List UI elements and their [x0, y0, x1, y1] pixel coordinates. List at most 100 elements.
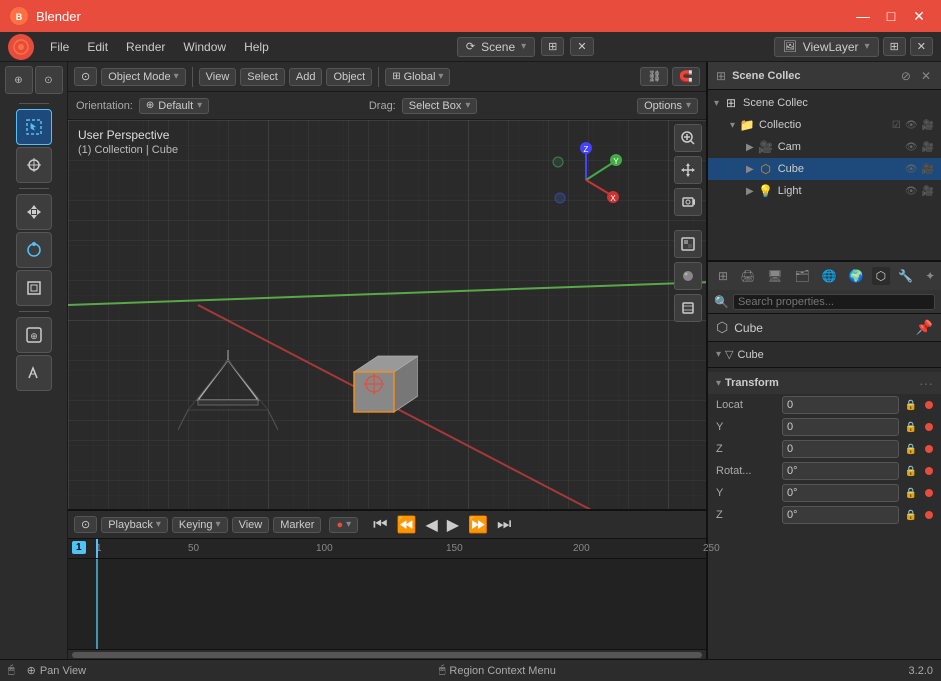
viewlayer-selector[interactable]: 🖼 ViewLayer ▾ — [774, 37, 879, 57]
keying-menu[interactable]: Keying ▾ — [172, 517, 228, 533]
viewport-canvas[interactable]: User Perspective (1) Collection | Cube — [68, 120, 706, 509]
shading-solid-btn[interactable] — [674, 262, 702, 290]
object-mode-selector[interactable]: Object Mode ▾ — [101, 68, 185, 86]
collection-eye[interactable]: 👁 — [904, 120, 919, 131]
close-button[interactable]: ✕ — [907, 4, 931, 28]
light-eye[interactable]: 👁 — [904, 186, 919, 197]
rotation-z-lock[interactable]: 🔒 — [905, 510, 917, 521]
location-x-dot[interactable] — [925, 401, 933, 409]
rotation-x-dot[interactable] — [925, 467, 933, 475]
outliner-item-scene-collection[interactable]: ▾ ⊞ Scene Collec — [708, 92, 941, 114]
cube-camera[interactable]: 🎥 — [921, 164, 935, 175]
location-y-value[interactable]: 0 — [782, 418, 899, 436]
tool-cursor[interactable] — [16, 147, 52, 183]
jump-start-btn[interactable]: ⏮ — [370, 516, 390, 534]
outliner-arrow-camera[interactable]: ▶ — [746, 142, 754, 153]
toolbar-cursor[interactable]: ⊙ — [35, 66, 63, 94]
rotation-x-lock[interactable]: 🔒 — [905, 466, 917, 477]
timeline-scrollbar[interactable] — [68, 649, 706, 659]
rotation-x-value[interactable]: 0° — [782, 462, 899, 480]
menu-edit[interactable]: Edit — [79, 37, 116, 57]
outliner-arrow-light[interactable]: ▶ — [746, 186, 754, 197]
outliner-item-cube[interactable]: ▶ ⬡ Cube 👁 🎥 — [708, 158, 941, 180]
transform-dots[interactable]: ··· — [919, 375, 933, 391]
minimize-button[interactable]: — — [851, 4, 875, 28]
location-x-value[interactable]: 0 — [782, 396, 899, 414]
prev-keyframe-btn[interactable]: ◀ — [422, 515, 440, 535]
cam-camera[interactable]: 🎥 — [921, 142, 935, 153]
outliner-item-light[interactable]: ▶ 💡 Light 👁 🎥 — [708, 180, 941, 202]
playback-menu[interactable]: Playback ▾ — [101, 517, 168, 533]
next-keyframe-btn[interactable]: ⏩ — [465, 515, 491, 535]
props-tab-world[interactable]: 🌍 — [845, 267, 868, 285]
tool-annotate[interactable] — [16, 355, 52, 391]
tool-scale[interactable] — [16, 270, 52, 306]
viewlayer-tab-btn[interactable]: ⊞ — [883, 37, 906, 56]
viewport-mode-toggle[interactable]: ⊙ — [74, 67, 97, 86]
collection-camera[interactable]: 🎥 — [921, 120, 935, 131]
viewport-snap-btn[interactable]: 🧲 — [672, 67, 700, 86]
menu-file[interactable]: File — [42, 37, 77, 57]
scene-tab-btn[interactable]: ⊞ — [541, 37, 564, 56]
rotation-y-lock[interactable]: 🔒 — [905, 488, 917, 499]
collection-check[interactable]: ☑ — [891, 120, 902, 131]
props-tab-output[interactable]: 🖥 — [763, 267, 786, 285]
jump-end-btn[interactable]: ⏭ — [494, 516, 514, 534]
rotation-z-dot[interactable] — [925, 511, 933, 519]
camera-btn[interactable] — [674, 188, 702, 216]
options-selector[interactable]: Options ▾ — [637, 98, 698, 114]
scene-close-btn[interactable]: ✕ — [570, 37, 593, 56]
outliner-arrow-scene[interactable]: ▾ — [714, 98, 719, 109]
rotation-y-value[interactable]: 0° — [782, 484, 899, 502]
viewport-object-menu[interactable]: Object — [326, 68, 372, 86]
light-camera[interactable]: 🎥 — [921, 186, 935, 197]
props-tab-particles[interactable]: ✦ — [921, 267, 939, 285]
outliner-item-camera[interactable]: ▶ 🎥 Cam 👁 🎥 — [708, 136, 941, 158]
location-z-lock[interactable]: 🔒 — [905, 444, 917, 455]
keyframe-selector[interactable]: ● ▾ — [329, 517, 358, 533]
tool-move[interactable] — [16, 194, 52, 230]
cam-eye[interactable]: 👁 — [904, 142, 919, 153]
menu-render[interactable]: Render — [118, 37, 173, 57]
pan-btn[interactable] — [674, 156, 702, 184]
props-tab-scene[interactable]: ⊞ — [714, 267, 732, 285]
viewport-global-selector[interactable]: ⊞ Global ▾ — [385, 68, 450, 86]
timeline-scrollbar-thumb[interactable] — [72, 652, 702, 658]
menu-window[interactable]: Window — [175, 37, 234, 57]
location-y-lock[interactable]: 🔒 — [905, 422, 917, 433]
properties-search-input[interactable] — [733, 294, 935, 310]
viewport-view-menu[interactable]: View — [199, 68, 237, 86]
tool-select[interactable] — [16, 109, 52, 145]
location-x-lock[interactable]: 🔒 — [905, 400, 917, 411]
frame-number[interactable]: 1 — [72, 541, 86, 554]
viewport-link-btn[interactable]: ⛓ — [640, 67, 668, 86]
props-tab-object[interactable]: ⬡ — [872, 267, 890, 285]
transform-section-header[interactable]: ▾ Transform ··· — [708, 372, 941, 394]
outliner-filter-btn[interactable]: ⊘ — [899, 69, 913, 83]
scene-selector[interactable]: ⟳ Scene ▾ — [457, 37, 535, 57]
props-tab-viewlayer[interactable]: 🗂 — [791, 267, 814, 285]
props-pin-btn[interactable]: 📌 — [916, 319, 933, 336]
axes-widget[interactable]: Z Y X — [546, 140, 626, 220]
outliner-item-collection[interactable]: ▾ 📁 Collectio ☑ 👁 🎥 — [708, 114, 941, 136]
overlay-btn[interactable] — [674, 294, 702, 322]
maximize-button[interactable]: □ — [879, 4, 903, 28]
play-btn[interactable]: ▶ — [444, 515, 462, 535]
select-box-selector[interactable]: Select Box ▾ — [402, 98, 478, 114]
prev-frame-btn[interactable]: ⏪ — [394, 515, 420, 535]
marker-menu[interactable]: Marker — [273, 517, 321, 533]
toolbar-mode-select[interactable]: ⊕ — [5, 66, 33, 94]
viewport-add-menu[interactable]: Add — [289, 68, 323, 86]
tool-transform[interactable]: ⊕ — [16, 317, 52, 353]
timeline-content[interactable] — [68, 559, 706, 649]
props-tab-render[interactable]: 🖨 — [736, 267, 759, 285]
outliner-close-btn[interactable]: ✕ — [919, 69, 933, 83]
location-z-dot[interactable] — [925, 445, 933, 453]
view-menu[interactable]: View — [232, 517, 270, 533]
viewlayer-close-btn[interactable]: ✕ — [910, 37, 933, 56]
timeline-collapse[interactable]: ⊙ — [74, 516, 97, 533]
outliner-arrow-cube[interactable]: ▶ — [746, 164, 754, 175]
zoom-in-btn[interactable] — [674, 124, 702, 152]
props-tab-modifier[interactable]: 🔧 — [894, 267, 917, 285]
menu-help[interactable]: Help — [236, 37, 277, 57]
